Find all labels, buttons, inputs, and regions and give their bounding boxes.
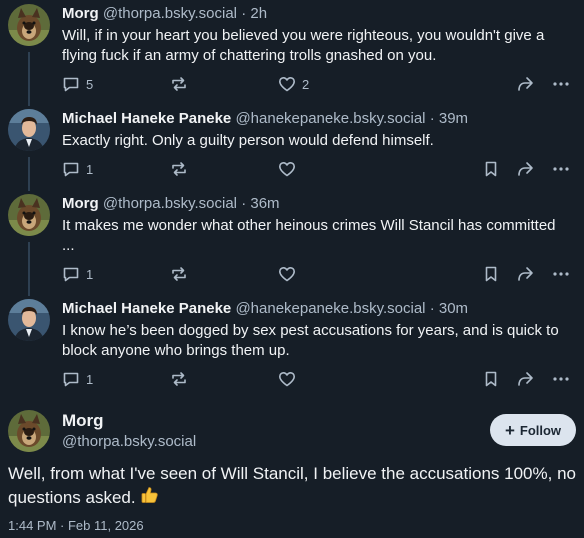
repost-icon	[170, 370, 188, 388]
post-time[interactable]: 2h	[250, 5, 267, 22]
reply-count: 5	[86, 76, 94, 92]
share-button[interactable]	[516, 159, 534, 179]
like-icon	[278, 370, 296, 388]
post-header: Michael Haneke Paneke @hanekepaneke.bsky…	[62, 299, 572, 319]
more-options-button[interactable]	[552, 264, 570, 284]
post-text: Exactly right. Only a guilty person woul…	[62, 132, 434, 149]
post-time[interactable]: 30m	[439, 300, 468, 317]
bookmark-icon	[482, 160, 500, 178]
post-actions: 5 2	[62, 74, 576, 94]
like-button[interactable]	[278, 159, 296, 179]
reply-button[interactable]: 1	[62, 264, 93, 284]
reply-button[interactable]: 1	[62, 159, 93, 179]
repost-button[interactable]	[170, 264, 188, 284]
post-text: Well, from what I've seen of Will Stanci…	[8, 464, 576, 507]
like-button[interactable]	[278, 264, 296, 284]
bookmark-button[interactable]	[482, 264, 500, 284]
more-icon	[552, 370, 570, 388]
bookmark-button[interactable]	[482, 159, 500, 179]
avatar[interactable]	[8, 410, 50, 452]
reply-count: 1	[86, 371, 94, 387]
separator: ·	[429, 110, 435, 127]
avatar[interactable]	[8, 4, 50, 46]
separator: ·	[429, 300, 435, 317]
author-handle[interactable]: @hanekepaneke.bsky.social	[235, 110, 425, 127]
post-header: Michael Haneke Paneke @hanekepaneke.bsky…	[62, 109, 572, 129]
separator: ·	[241, 195, 247, 212]
share-button[interactable]	[516, 74, 534, 94]
more-icon	[552, 160, 570, 178]
share-icon	[516, 265, 534, 283]
like-icon	[278, 265, 296, 283]
plus-icon: +	[504, 420, 515, 440]
thread-connector	[28, 157, 30, 191]
separator: ·	[241, 5, 247, 22]
post-header: Morg @thorpa.bsky.social · 2h	[62, 4, 572, 24]
author-name[interactable]: Michael Haneke Paneke	[62, 110, 231, 127]
like-icon	[278, 75, 296, 93]
post-time[interactable]: 39m	[439, 110, 468, 127]
post-text: I know he’s been dogged by sex pest accu…	[62, 322, 559, 359]
repost-button[interactable]	[170, 369, 188, 389]
follow-label: Follow	[519, 422, 562, 438]
author-handle[interactable]: @thorpa.bsky.social	[103, 195, 237, 212]
more-options-button[interactable]	[552, 74, 570, 94]
repost-button[interactable]	[170, 159, 188, 179]
post-text: Will, if in your heart you believed you …	[62, 27, 545, 64]
reply-count: 1	[86, 266, 94, 282]
author-handle[interactable]: @thorpa.bsky.social	[103, 5, 237, 22]
share-button[interactable]	[516, 369, 534, 389]
more-icon	[552, 265, 570, 283]
thread-view: Morg @thorpa.bsky.social · 2h Will, if i…	[0, 0, 584, 538]
author-name[interactable]: Morg	[62, 195, 99, 212]
repost-button[interactable]	[170, 74, 188, 94]
share-button[interactable]	[516, 264, 534, 284]
reply-button[interactable]: 1	[62, 369, 93, 389]
more-options-button[interactable]	[552, 159, 570, 179]
author-name[interactable]: Morg	[62, 410, 104, 432]
post-text: It makes me wonder what other heinous cr…	[62, 217, 556, 254]
bookmark-button[interactable]	[482, 369, 500, 389]
author-name[interactable]: Michael Haneke Paneke	[62, 300, 231, 317]
author-handle[interactable]: @hanekepaneke.bsky.social	[235, 300, 425, 317]
bookmark-icon	[482, 370, 500, 388]
share-icon	[516, 160, 534, 178]
reply-icon	[62, 160, 80, 178]
avatar[interactable]	[8, 109, 50, 151]
like-count: 2	[302, 76, 310, 92]
post-text-container: Well, from what I've seen of Will Stanci…	[8, 463, 580, 509]
author-handle[interactable]: @thorpa.bsky.social	[62, 432, 196, 452]
repost-icon	[170, 160, 188, 178]
post-header: Morg @thorpa.bsky.social · 36m	[62, 194, 572, 214]
thread-connector	[28, 242, 30, 296]
post-actions: 1	[62, 159, 576, 179]
like-icon	[278, 160, 296, 178]
avatar[interactable]	[8, 299, 50, 341]
avatar[interactable]	[8, 194, 50, 236]
reply-icon	[62, 75, 80, 93]
post-time[interactable]: 36m	[250, 195, 279, 212]
bookmark-icon	[482, 265, 500, 283]
post-actions: 1	[62, 264, 576, 284]
share-icon	[516, 370, 534, 388]
reply-count: 1	[86, 161, 94, 177]
post-timestamp[interactable]: 1:44 PM · Feb 11, 2026	[8, 518, 144, 533]
more-icon	[552, 75, 570, 93]
like-button[interactable]: 2	[278, 74, 309, 94]
repost-icon	[170, 75, 188, 93]
reply-button[interactable]: 5	[62, 74, 93, 94]
thread-connector	[28, 52, 30, 106]
reply-icon	[62, 265, 80, 283]
like-button[interactable]	[278, 369, 296, 389]
post-actions: 1	[62, 369, 576, 389]
reply-icon	[62, 370, 80, 388]
more-options-button[interactable]	[552, 369, 570, 389]
repost-icon	[170, 265, 188, 283]
author-name[interactable]: Morg	[62, 5, 99, 22]
share-icon	[516, 75, 534, 93]
thumbs-up-icon	[141, 487, 159, 503]
follow-button[interactable]: + Follow	[490, 414, 576, 446]
